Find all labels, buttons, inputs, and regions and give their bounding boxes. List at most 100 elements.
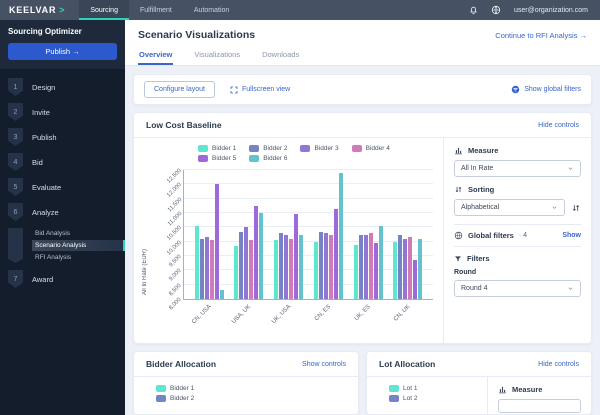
topnav-items: Sourcing Fulfillment Automation [79, 0, 240, 20]
bar-bidder-1-uk-es[interactable] [353, 244, 358, 299]
bar-bidder-2-cn-usa[interactable] [199, 238, 204, 299]
bar-bidder-5-uk-usa[interactable] [294, 214, 299, 299]
legend-item-bidder-2[interactable]: Bidder 2 [156, 395, 194, 402]
substep-list: Bid Analysis Scenario Analysis RFI Analysi… [32, 228, 125, 263]
bar-group-uk-usa [274, 170, 304, 299]
hide-controls-link[interactable]: Hide controls [538, 361, 579, 368]
round-select[interactable]: Round 4 [454, 280, 581, 297]
x-tick-cell: UK, ES [353, 300, 382, 324]
legend-swatch [156, 385, 166, 392]
bar-bidder-3-uk-usa[interactable] [284, 234, 289, 299]
bar-bidder-1-cn-uk[interactable] [393, 241, 398, 299]
bar-bidder-6-uk-usa[interactable] [299, 234, 304, 299]
legend-item-bidder-6[interactable]: Bidder 6 [249, 155, 287, 162]
sidebar-subitem-bid-analysis[interactable]: Bid Analysis [32, 228, 125, 239]
step-number: 5 [8, 178, 23, 196]
configure-layout-button[interactable]: Configure layout [144, 81, 215, 98]
sidebar-step-analyze[interactable]: 6 Analyze [8, 203, 125, 221]
y-tick-label: 12,500 [166, 167, 184, 185]
topnav-right: user@organization.com [469, 0, 600, 20]
bar-bidder-4-cn-usa[interactable] [209, 240, 214, 299]
bar-bidder-2-uk-es[interactable] [358, 234, 363, 299]
bar-group-cn-usa [194, 170, 224, 299]
bar-bidder-6-cn-uk[interactable] [418, 238, 423, 299]
tab-downloads[interactable]: Downloads [261, 50, 300, 65]
step-number: 1 [8, 78, 23, 96]
bar-bidder-2-usa-uk[interactable] [239, 231, 244, 299]
bar-bidder-6-usa-uk[interactable] [259, 213, 264, 299]
publish-button[interactable]: Publish → [8, 43, 117, 60]
sidebar-step-award[interactable]: 7 Award [8, 270, 125, 288]
chart-card-title: Low Cost Baseline [146, 120, 222, 130]
show-global-filters-button[interactable]: Show global filters [511, 85, 581, 94]
topnav-item-sourcing[interactable]: Sourcing [79, 0, 129, 20]
tab-visualizations[interactable]: Visualizations [193, 50, 241, 65]
legend-label: Bidder 3 [314, 145, 339, 152]
topnav-item-automation[interactable]: Automation [183, 0, 240, 20]
x-tick-label: CN, ES [313, 304, 333, 323]
sidebar-step-publish[interactable]: 3 Publish [8, 128, 125, 146]
x-tick-cell: CN, USA [191, 300, 223, 325]
legend-swatch [249, 145, 260, 152]
user-email[interactable]: user@organization.com [514, 7, 588, 14]
sidebar-step-design[interactable]: 1 Design [8, 78, 125, 96]
notification-bell-icon[interactable] [469, 6, 478, 15]
bar-bidder-6-uk-es[interactable] [378, 225, 383, 299]
sidebar-steps: 1 Design 2 Invite 3 Publish 4 Bid 5 Evaluate 6 Anal… [0, 69, 125, 415]
bar-bidder-4-usa-uk[interactable] [249, 240, 254, 299]
fullscreen-icon [230, 86, 238, 94]
sidebar-step-bid[interactable]: 4 Bid [8, 153, 125, 171]
measure-select[interactable]: All In Rate [454, 160, 581, 177]
bar-bidder-3-uk-es[interactable] [363, 234, 368, 299]
bar-bidder-4-cn-es[interactable] [328, 234, 333, 299]
bar-bidder-4-uk-es[interactable] [368, 233, 373, 299]
bar-bidder-1-cn-usa[interactable] [194, 225, 199, 299]
legend-item-lot-1[interactable]: Lot 1 [389, 385, 473, 392]
sorting-select[interactable]: Alphabetical [454, 199, 565, 216]
bar-bidder-5-cn-usa[interactable] [214, 184, 219, 299]
bar-bidder-3-cn-uk[interactable] [403, 238, 408, 299]
legend-item-bidder-2[interactable]: Bidder 2 [249, 145, 287, 152]
bar-bidder-5-cn-es[interactable] [333, 208, 338, 299]
bar-bidder-4-uk-usa[interactable] [289, 238, 294, 299]
tab-overview[interactable]: Overview [138, 50, 173, 65]
sidebar-subitem-rfi-analysis[interactable]: RFI Analysis [32, 252, 125, 263]
legend-item-bidder-1[interactable]: Bidder 1 [156, 385, 194, 392]
legend-label: Bidder 1 [170, 385, 195, 392]
sort-direction-button[interactable] [571, 203, 581, 213]
continue-rfi-link[interactable]: Continue to RFI Analysis → [495, 31, 587, 40]
hide-controls-link[interactable]: Hide controls [538, 122, 579, 129]
bar-bidder-5-usa-uk[interactable] [254, 205, 259, 299]
lot-measure-select[interactable] [498, 399, 581, 413]
legend-item-bidder-5[interactable]: Bidder 5 [198, 155, 236, 162]
bar-bidder-6-cn-usa[interactable] [219, 290, 224, 299]
show-controls-link[interactable]: Show controls [302, 361, 346, 368]
sidebar-step-evaluate[interactable]: 5 Evaluate [8, 178, 125, 196]
bar-bidder-2-uk-usa[interactable] [279, 233, 284, 299]
legend-item-lot-2[interactable]: Lot 2 [389, 395, 473, 402]
bar-bidder-2-cn-es[interactable] [318, 231, 323, 299]
bar-bidder-3-usa-uk[interactable] [244, 227, 249, 299]
fullscreen-view-button[interactable]: Fullscreen view [230, 86, 290, 94]
bar-bidder-2-cn-uk[interactable] [398, 234, 403, 299]
sidebar-step-invite[interactable]: 2 Invite [8, 103, 125, 121]
global-filter-icon [511, 85, 520, 94]
topnav-item-fulfillment[interactable]: Fulfillment [129, 0, 183, 20]
bar-bidder-3-cn-usa[interactable] [204, 237, 209, 299]
global-filters-show-link[interactable]: Show [562, 232, 581, 239]
bar-bidder-6-cn-es[interactable] [338, 172, 343, 299]
bar-bidder-1-usa-uk[interactable] [234, 245, 239, 299]
bar-bidder-1-cn-es[interactable] [313, 241, 318, 299]
bar-bidder-3-cn-es[interactable] [323, 233, 328, 299]
sidebar-subitem-scenario-analysis[interactable]: Scenario Analysis [32, 240, 125, 251]
legend-item-bidder-1[interactable]: Bidder 1 [198, 145, 236, 152]
bar-group-cn-es [313, 170, 343, 299]
bar-bidder-5-cn-uk[interactable] [413, 260, 418, 299]
legend-item-bidder-3[interactable]: Bidder 3 [300, 145, 339, 152]
bar-bidder-1-uk-usa[interactable] [274, 240, 279, 299]
globe-icon[interactable] [491, 5, 501, 15]
logo-chevron-icon: > [59, 5, 66, 15]
bar-bidder-4-cn-uk[interactable] [408, 237, 413, 299]
legend-item-bidder-4[interactable]: Bidder 4 [351, 145, 390, 152]
bar-bidder-5-uk-es[interactable] [373, 243, 378, 299]
